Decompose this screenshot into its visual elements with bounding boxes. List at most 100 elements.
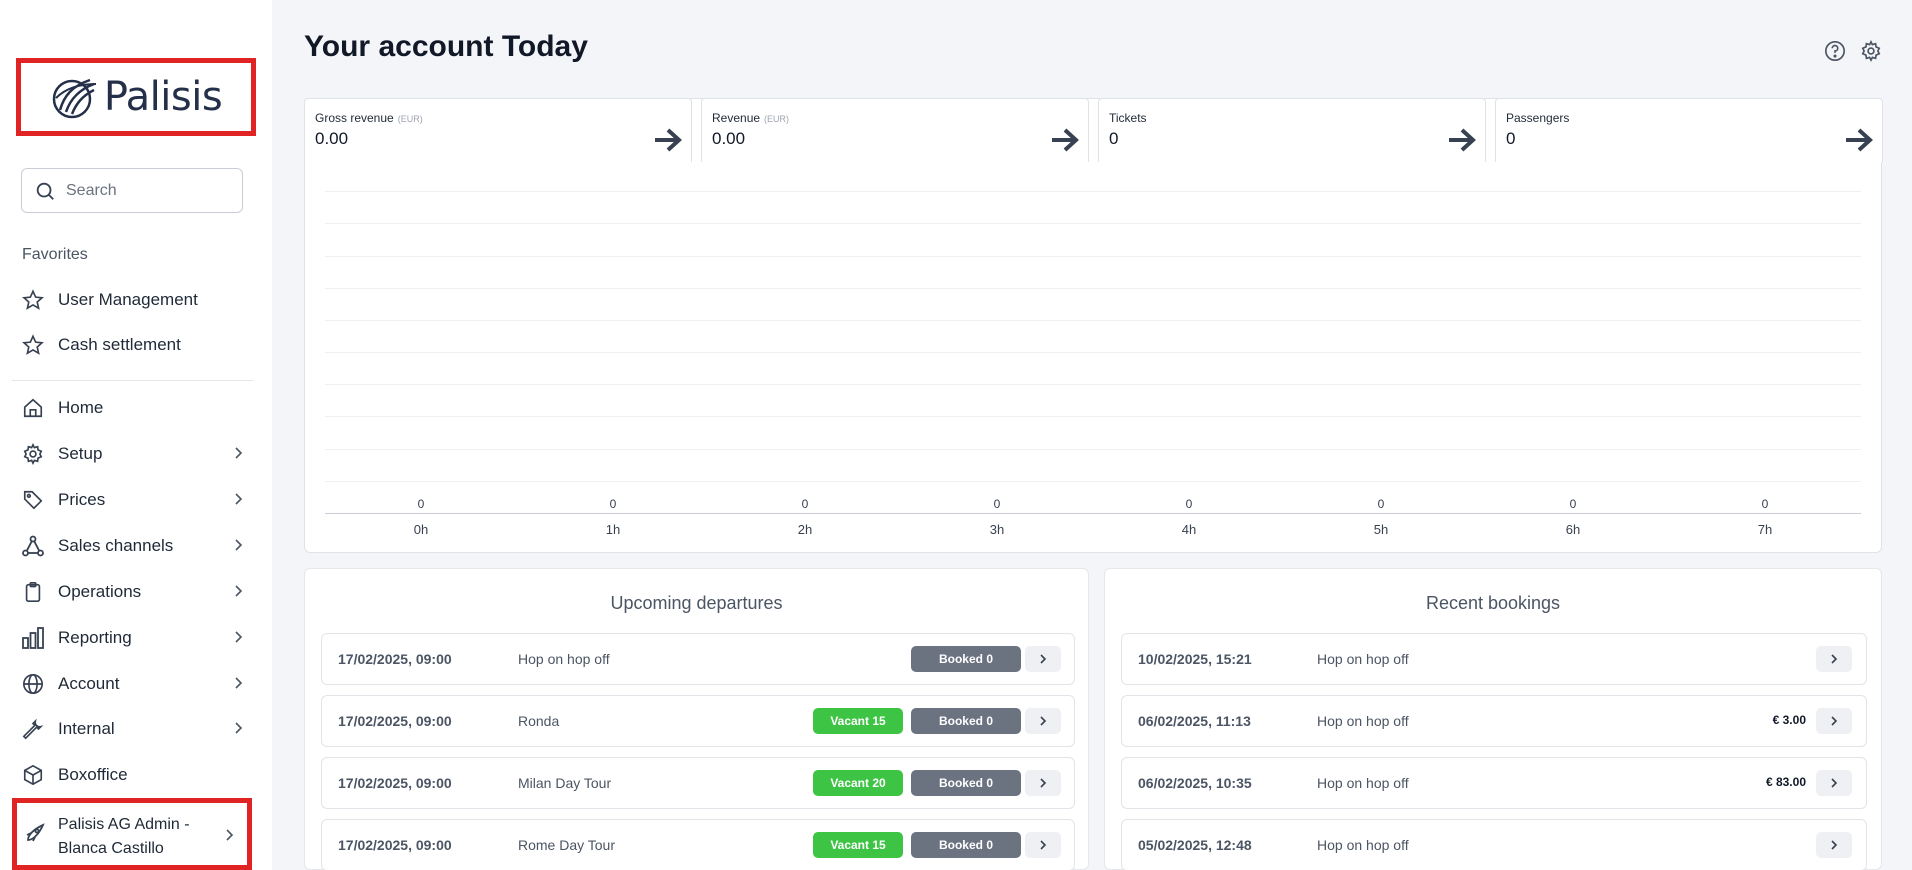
sidebar-item-home[interactable]: Home	[20, 391, 250, 425]
open-booking-button[interactable]	[1816, 646, 1852, 672]
open-booking-button[interactable]	[1816, 770, 1852, 796]
bar-chart-icon	[20, 625, 46, 651]
chevron-right-icon	[1040, 716, 1047, 726]
chevron-right-icon	[1831, 778, 1838, 788]
sidebar-item-label: Prices	[58, 490, 106, 509]
home-icon	[20, 395, 46, 421]
kpi-value: 0	[1109, 129, 1119, 148]
departure-date: 17/02/2025, 09:00	[338, 713, 452, 729]
chart-tick-label: 1h	[605, 522, 621, 537]
search-box[interactable]	[21, 168, 243, 213]
box-icon	[20, 762, 46, 788]
sidebar-item-setup[interactable]: Setup	[20, 437, 250, 471]
chart-tick-label: 7h	[1757, 522, 1773, 537]
booking-date: 06/02/2025, 10:35	[1138, 775, 1252, 791]
gear-icon[interactable]	[1860, 40, 1882, 62]
departure-row[interactable]: 17/02/2025, 09:00 Rome Day Tour Vacant 1…	[321, 819, 1075, 870]
open-departure-button[interactable]	[1025, 770, 1061, 796]
search-input[interactable]	[66, 181, 226, 200]
sidebar-item-label: Account	[58, 674, 120, 693]
booked-badge: Booked 0	[911, 770, 1021, 796]
departure-row[interactable]: 17/02/2025, 09:00 Hop on hop off Booked …	[321, 633, 1075, 685]
chevron-right-icon	[1040, 778, 1047, 788]
kpi-revenue[interactable]: Revenue (EUR) 0.00	[701, 98, 1089, 162]
sidebar-item-reporting[interactable]: Reporting	[20, 621, 250, 655]
account-switcher[interactable]: Palisis AG Admin - Blanca Castillo	[12, 798, 252, 870]
chart-gridline	[325, 288, 1861, 289]
chevron-right-icon	[1831, 654, 1838, 664]
sidebar-item-sales-channels[interactable]: Sales channels	[20, 529, 250, 563]
chart-tick-label: 2h	[797, 522, 813, 537]
sidebar-item-account[interactable]: Account	[20, 667, 250, 701]
chevron-right-icon	[1040, 840, 1047, 850]
booking-row[interactable]: 06/02/2025, 10:35 Hop on hop off € 83.00	[1121, 757, 1867, 809]
sidebar-item-label: Boxoffice	[58, 765, 128, 784]
chart-gridline	[325, 320, 1861, 321]
chart-gridline	[325, 352, 1861, 353]
sidebar-item-label: Operations	[58, 582, 142, 601]
chart-gridline	[325, 223, 1861, 224]
sidebar-item-prices[interactable]: Prices	[20, 483, 250, 517]
sidebar-item-operations[interactable]: Operations	[20, 575, 250, 609]
star-icon	[20, 287, 46, 313]
open-departure-button[interactable]	[1025, 646, 1061, 672]
open-departure-button[interactable]	[1025, 708, 1061, 734]
kpi-passengers[interactable]: Passengers 0	[1495, 98, 1883, 162]
booked-badge: Booked 0	[911, 708, 1021, 734]
chart-data-label: 0	[1761, 497, 1769, 511]
chevron-right-icon	[235, 447, 243, 459]
chart-data-label: 0	[417, 497, 425, 511]
departure-name: Hop on hop off	[518, 651, 610, 667]
open-departure-button[interactable]	[1025, 832, 1061, 858]
logo[interactable]: Palisis	[16, 58, 256, 136]
gear-icon	[20, 441, 46, 467]
chart-data-label: 0	[1569, 497, 1577, 511]
chart-tick-label: 3h	[989, 522, 1005, 537]
help-icon[interactable]	[1824, 40, 1846, 62]
sidebar-item-label: Reporting	[58, 628, 132, 647]
account-switcher-label: Palisis AG Admin - Blanca Castillo	[58, 816, 190, 857]
departure-name: Rome Day Tour	[518, 837, 616, 853]
sidebar-divider	[12, 380, 254, 381]
booking-row[interactable]: 10/02/2025, 15:21 Hop on hop off	[1121, 633, 1867, 685]
favorites-title: Favorites	[22, 246, 88, 263]
departure-date: 17/02/2025, 09:00	[338, 775, 452, 791]
wrench-icon	[20, 716, 46, 742]
vacant-badge: Vacant 15	[813, 832, 903, 858]
sidebar-item-boxoffice[interactable]: Boxoffice	[20, 758, 250, 792]
chart-tick-label: 0h	[413, 522, 429, 537]
favorite-cash-settlement[interactable]: Cash settlement	[20, 328, 250, 362]
globe-icon	[20, 671, 46, 697]
open-booking-button[interactable]	[1816, 708, 1852, 734]
favorite-label: Cash settlement	[58, 335, 181, 354]
chevron-right-icon	[226, 829, 234, 841]
chart-gridline	[325, 191, 1861, 192]
kpi-unit: (EUR)	[764, 114, 790, 124]
page-title-emphasis: Today	[501, 30, 588, 63]
booking-row[interactable]: 05/02/2025, 12:48 Hop on hop off	[1121, 819, 1867, 870]
sidebar-item-internal[interactable]: Internal	[20, 712, 250, 746]
chart-data-label: 0	[993, 497, 1001, 511]
palisis-logo-icon	[52, 78, 96, 119]
chart-tick-label: 6h	[1565, 522, 1581, 537]
booking-name: Hop on hop off	[1317, 837, 1409, 853]
search-icon	[36, 182, 54, 200]
network-icon	[20, 533, 46, 559]
chart-data-label: 0	[1185, 497, 1193, 511]
booked-badge: Booked 0	[911, 646, 1021, 672]
vacant-badge: Vacant 15	[813, 708, 903, 734]
booking-date: 06/02/2025, 11:13	[1138, 713, 1251, 729]
favorite-user-management[interactable]: User Management	[20, 283, 250, 317]
departure-row[interactable]: 17/02/2025, 09:00 Milan Day Tour Vacant …	[321, 757, 1075, 809]
booking-row[interactable]: 06/02/2025, 11:13 Hop on hop off € 3.00	[1121, 695, 1867, 747]
chevron-right-icon	[235, 722, 243, 734]
arrow-right-icon	[1846, 128, 1873, 152]
kpi-gross-revenue[interactable]: Gross revenue (EUR) 0.00	[304, 98, 692, 162]
chart-tick-label: 4h	[1181, 522, 1197, 537]
chevron-right-icon	[1040, 654, 1047, 664]
chart-gridline	[325, 256, 1861, 257]
departure-row[interactable]: 17/02/2025, 09:00 Ronda Vacant 15 Booked…	[321, 695, 1075, 747]
kpi-label: Passengers	[1506, 111, 1570, 125]
open-booking-button[interactable]	[1816, 832, 1852, 858]
kpi-tickets[interactable]: Tickets 0	[1098, 98, 1486, 162]
